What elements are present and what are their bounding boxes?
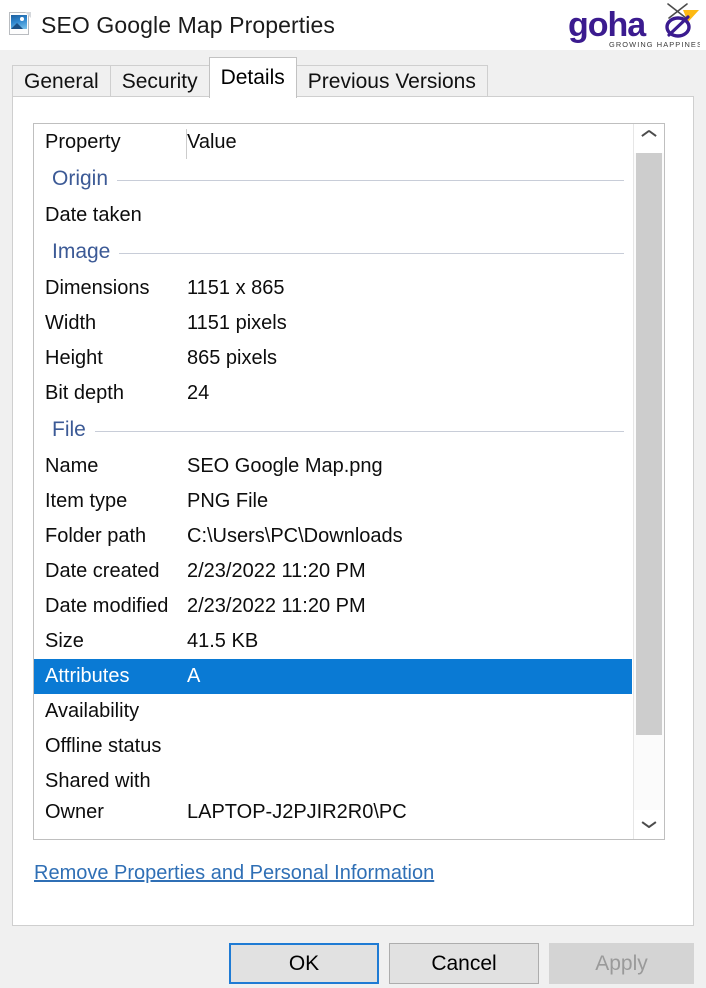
table-row[interactable]: Name SEO Google Map.png (34, 449, 632, 484)
window-title: SEO Google Map Properties (41, 11, 335, 38)
table-row[interactable]: Date modified 2/23/2022 11:20 PM (34, 589, 632, 624)
table-row[interactable]: Date taken (34, 198, 632, 233)
row-property: Name (45, 455, 99, 477)
row-value: 24 (187, 382, 210, 404)
row-property: Dimensions (45, 277, 150, 299)
dialog-button-bar: OK Cancel Apply (0, 943, 706, 988)
row-value: SEO Google Map.png (187, 455, 383, 477)
row-value: PNG File (187, 490, 269, 512)
svg-text:goha: goha (568, 6, 647, 44)
table-row[interactable]: Bit depth 24 (34, 376, 632, 411)
table-row[interactable]: Owner LAPTOP-J2PJIR2R0\PC (34, 799, 632, 825)
row-value: 1151 pixels (187, 312, 287, 334)
group-header-file: File (34, 411, 632, 449)
tab-general[interactable]: General (12, 65, 111, 98)
cancel-button-label: Cancel (431, 951, 497, 975)
table-row[interactable]: Dimensions 1151 x 865 (34, 271, 632, 306)
row-property: Height (45, 347, 103, 369)
group-divider (94, 430, 624, 432)
chevron-up-icon (642, 135, 656, 143)
scrollbar-track[interactable] (634, 153, 664, 810)
row-property: Availability (45, 700, 140, 722)
row-property: Width (45, 312, 97, 334)
chevron-down-icon (642, 821, 656, 829)
table-row[interactable]: Date created 2/23/2022 11:20 PM (34, 554, 632, 589)
group-header-image: Image (34, 233, 632, 271)
table-row[interactable]: Size 41.5 KB (34, 624, 632, 659)
row-property: Date modified (45, 595, 169, 617)
cancel-button[interactable]: Cancel (389, 943, 539, 984)
row-property: Item type (45, 490, 128, 512)
row-property: Bit depth (45, 382, 124, 404)
group-label: File (52, 418, 86, 441)
row-property: Owner (45, 801, 104, 823)
table-row[interactable]: Folder path C:\Users\PC\Downloads (34, 519, 632, 554)
row-property: Folder path (45, 525, 147, 547)
group-divider (119, 252, 624, 254)
row-value: 2/23/2022 11:20 PM (187, 595, 366, 617)
row-value: LAPTOP-J2PJIR2R0\PC (187, 801, 407, 823)
scroll-up-button[interactable] (634, 124, 664, 153)
table-row[interactable]: Item type PNG File (34, 484, 632, 519)
table-row[interactable]: Shared with (34, 764, 632, 799)
ok-button[interactable]: OK (229, 943, 379, 984)
group-label: Origin (52, 167, 109, 190)
column-header-property: Property (45, 130, 121, 153)
remove-properties-link-wrap: Remove Properties and Personal Informati… (34, 862, 434, 885)
scrollbar-thumb[interactable] (636, 153, 662, 735)
row-value: 2/23/2022 11:20 PM (187, 560, 366, 582)
table-row[interactable]: Offline status (34, 729, 632, 764)
row-value: A (187, 665, 201, 687)
column-header-value: Value (187, 130, 237, 153)
tab-details[interactable]: Details (208, 57, 297, 98)
image-file-icon (9, 12, 31, 36)
group-label: Image (52, 240, 111, 263)
row-value: 41.5 KB (187, 630, 259, 652)
properties-list[interactable]: Property Value Origin Date taken Image Dimens… (33, 123, 665, 840)
vertical-scrollbar[interactable] (633, 124, 664, 839)
table-row[interactable]: Availability (34, 694, 632, 729)
tab-previous-versions[interactable]: Previous Versions (295, 65, 488, 98)
row-value: C:\Users\PC\Downloads (187, 525, 403, 547)
row-property: Date taken (45, 204, 142, 226)
tab-label: General (24, 70, 99, 93)
row-property: Attributes (45, 665, 130, 687)
ok-button-label: OK (288, 951, 320, 975)
goha-logo: goha GROWING HAPPINESS (568, 2, 700, 50)
tab-security[interactable]: Security (109, 65, 210, 98)
tab-strip: General Security Details Previous Versio… (0, 50, 706, 98)
row-property: Date created (45, 560, 160, 582)
table-row[interactable]: Attributes A (34, 659, 632, 694)
row-property: Size (45, 630, 84, 652)
brand-tagline: GROWING HAPPINESS (609, 40, 700, 49)
scroll-down-button[interactable] (634, 810, 664, 839)
group-header-origin: Origin (34, 160, 632, 198)
tab-label: Security (121, 70, 198, 93)
row-value: 865 pixels (187, 347, 278, 369)
apply-button-label: Apply (595, 951, 648, 975)
group-divider (117, 179, 624, 181)
table-row[interactable]: Width 1151 pixels (34, 306, 632, 341)
row-property: Shared with (45, 770, 151, 792)
apply-button: Apply (549, 943, 694, 984)
row-property: Offline status (45, 735, 162, 757)
list-header-row: Property Value (34, 124, 632, 160)
remove-properties-link[interactable]: Remove Properties and Personal Informati… (34, 862, 434, 884)
tab-label: Previous Versions (307, 70, 476, 93)
tab-label: Details (220, 66, 285, 89)
table-row[interactable]: Height 865 pixels (34, 341, 632, 376)
row-value: 1151 x 865 (187, 277, 285, 299)
